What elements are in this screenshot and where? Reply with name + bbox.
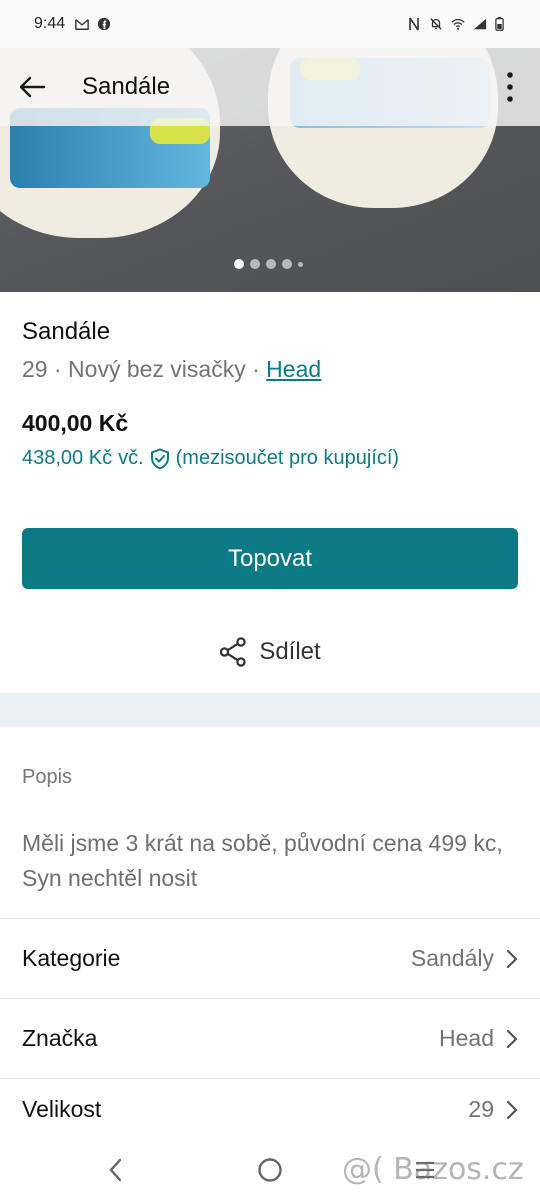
description-text: Měli jsme 3 krát na sobě, původní cena 4… [22, 830, 503, 891]
product-meta: 29 · Nový bez visačky · Head [22, 356, 518, 383]
share-icon [220, 637, 247, 667]
product-price: 400,00 Kč [22, 410, 129, 436]
detail-value: 29 [468, 1096, 494, 1122]
chevron-right-icon [506, 1100, 518, 1119]
gallery-dot [298, 261, 303, 267]
gmail-icon [75, 19, 89, 30]
meta-separator: · [53, 356, 62, 382]
nav-home-button[interactable] [254, 1150, 286, 1190]
status-time: 9:44 [34, 15, 66, 32]
nav-back-button[interactable] [100, 1150, 130, 1190]
shield-check-icon [150, 447, 169, 470]
gallery-dot [250, 259, 260, 269]
detail-key: Kategorie [22, 945, 121, 971]
battery-icon [495, 17, 504, 31]
chevron-right-icon [506, 1029, 518, 1048]
buyer-price-suffix: vč. [118, 447, 144, 469]
gallery-dot [234, 259, 244, 269]
buyer-price: 438,00 Kč [22, 447, 113, 469]
detail-key: Značka [22, 1025, 98, 1051]
detail-value: Head [439, 1025, 494, 1051]
more-vertical-icon [507, 72, 513, 102]
back-button[interactable] [2, 57, 62, 117]
bazos-watermark: @( Bazos.cz [342, 1152, 524, 1187]
signal-icon [473, 18, 487, 30]
more-options-button[interactable] [494, 57, 526, 117]
arrow-left-icon [19, 76, 46, 98]
product-condition: Nový bez visačky [68, 356, 246, 382]
detail-row-category[interactable]: Kategorie Sandály [0, 918, 540, 998]
page-title: Sandále [82, 73, 171, 100]
status-bar: 9:44 [0, 0, 540, 48]
mute-icon [430, 18, 442, 30]
app-bar: Sandále [0, 48, 540, 126]
detail-value: Sandály [410, 945, 494, 971]
detail-row-size[interactable]: Velikost 29 [0, 1078, 540, 1140]
gallery-dot [266, 259, 276, 269]
chevron-left-icon [109, 1158, 122, 1182]
detail-row-brand[interactable]: Značka Head [0, 998, 540, 1078]
buyer-price-line[interactable]: 438,00 Kč vč. (mezisoučet pro kupující) [22, 447, 518, 470]
detail-key: Velikost [22, 1096, 102, 1122]
chevron-right-icon [506, 949, 518, 968]
gallery-pager-dots [234, 259, 303, 269]
share-button[interactable]: Sdílet [0, 628, 540, 676]
home-circle-icon [258, 1158, 282, 1182]
product-info: Sandále 29 · Nový bez visačky · Head 400… [0, 292, 540, 470]
gallery-dot [282, 259, 292, 269]
facebook-icon [98, 17, 111, 31]
section-divider [0, 693, 540, 727]
wifi-icon [451, 18, 465, 30]
nfc-icon [409, 17, 419, 31]
brand-link[interactable]: Head [266, 356, 321, 382]
meta-separator: · [252, 356, 260, 382]
product-size: 29 [22, 356, 48, 382]
product-name: Sandále [22, 318, 111, 345]
share-label: Sdílet [259, 638, 321, 665]
buyer-price-note: (mezisoučet pro kupující) [175, 447, 400, 469]
description-heading: Popis [22, 766, 73, 788]
topovat-button[interactable]: Topovat [22, 528, 518, 589]
